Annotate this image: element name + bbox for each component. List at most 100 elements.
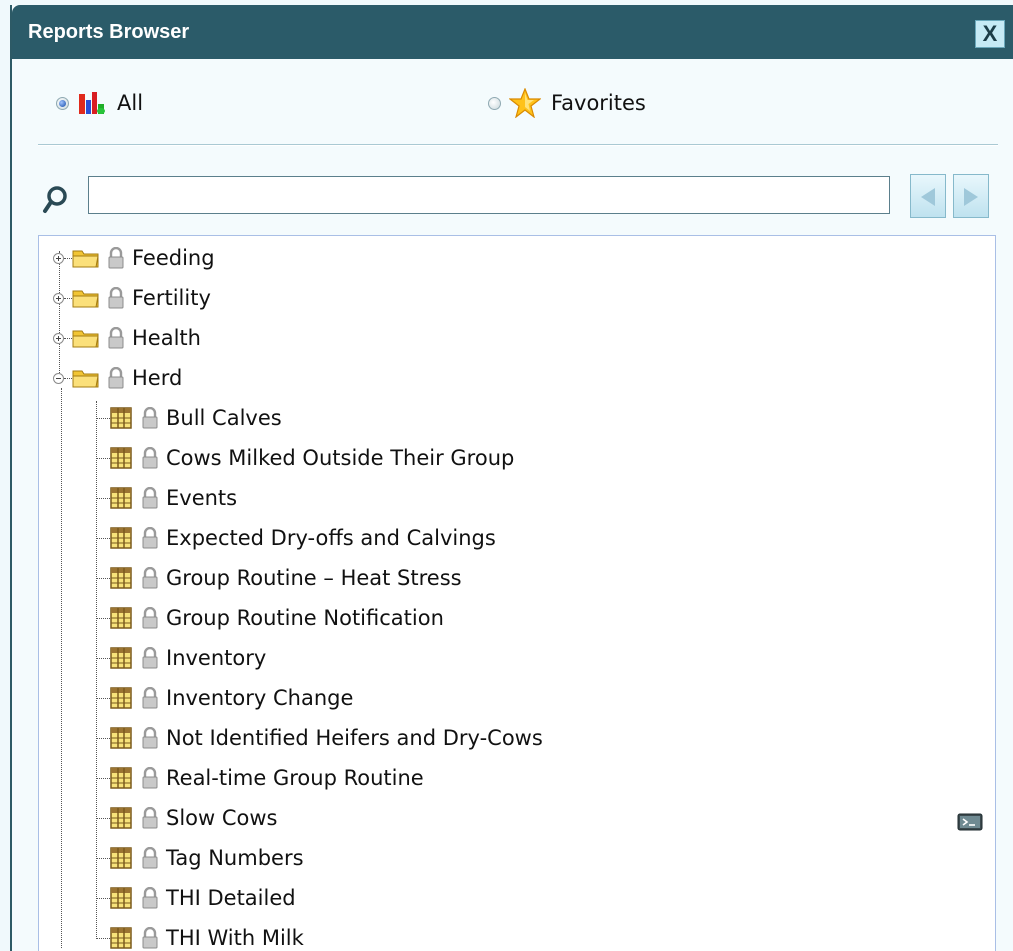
tree-report-label: Events (166, 486, 238, 510)
lock-icon (142, 847, 158, 869)
lock-icon (142, 687, 158, 709)
report-grid-icon (110, 767, 132, 789)
report-grid-icon (110, 807, 132, 829)
tree-connector (96, 457, 110, 459)
folder-open-icon (72, 370, 99, 388)
tree-report-label: Group Routine – Heat Stress (166, 566, 462, 590)
folder-icon (72, 330, 99, 348)
tree-connector (96, 577, 110, 579)
lock-icon (142, 927, 158, 949)
report-grid-icon (110, 607, 132, 629)
tree-connector (96, 697, 110, 699)
lock-icon (108, 327, 124, 349)
tree-folder-label: Feeding (132, 246, 215, 270)
tree-report-item[interactable]: Events (96, 478, 237, 518)
favorites-radio[interactable] (488, 96, 501, 110)
report-grid-icon (110, 927, 132, 949)
tree-report-item[interactable]: Group Routine Notification (96, 598, 444, 638)
filter-favorites-option[interactable]: Favorites (488, 85, 646, 121)
tree-folder-health[interactable]: Health (53, 318, 201, 358)
tree-folder-herd[interactable]: Herd (53, 358, 182, 398)
tree-report-label: Real-time Group Routine (166, 766, 424, 790)
lock-icon (142, 647, 158, 669)
reports-tree[interactable]: Feeding Fertility Health Herd Bull Calve… (38, 235, 996, 951)
tree-connector (61, 388, 62, 948)
tree-connector (96, 417, 110, 419)
tree-report-label: Inventory (166, 646, 267, 670)
tree-report-item[interactable]: Tag Numbers (96, 838, 304, 878)
tree-report-label: Not Identified Heifers and Dry-Cows (166, 726, 543, 750)
bar-chart-icon (79, 92, 105, 114)
search-input[interactable] (88, 176, 890, 214)
tree-report-item[interactable]: THI Detailed (96, 878, 296, 918)
lock-icon (142, 447, 158, 469)
tree-connector (64, 297, 72, 299)
search-icon (43, 186, 67, 213)
tree-report-label: Bull Calves (166, 406, 282, 430)
lock-icon (142, 607, 158, 629)
tree-connector (96, 817, 110, 819)
lock-icon (142, 887, 158, 909)
tree-report-item[interactable]: Inventory (96, 638, 266, 678)
tree-report-item[interactable]: Cows Milked Outside Their Group (96, 438, 514, 478)
expand-icon[interactable] (53, 332, 64, 344)
tree-report-item[interactable]: THI With Milk (96, 918, 304, 951)
title-bar: Reports Browser X (12, 5, 1013, 59)
report-grid-icon (110, 727, 132, 749)
lock-icon (142, 767, 158, 789)
tree-connector (64, 337, 72, 339)
all-radio[interactable] (56, 96, 69, 110)
tree-report-item[interactable]: Inventory Change (96, 678, 353, 718)
lock-icon (142, 567, 158, 589)
tree-report-label: THI Detailed (166, 886, 296, 910)
tree-connector (96, 857, 110, 859)
tree-report-label: Expected Dry-offs and Calvings (166, 526, 496, 550)
lock-icon (108, 367, 124, 389)
tree-folder-label: Fertility (132, 286, 211, 310)
expand-icon[interactable] (53, 252, 64, 264)
report-grid-icon (110, 447, 132, 469)
tree-report-item[interactable]: Bull Calves (96, 398, 282, 438)
tree-folder-label: Herd (132, 366, 183, 390)
divider (38, 144, 998, 146)
star-icon (509, 88, 541, 118)
console-icon[interactable] (957, 813, 983, 831)
tree-report-label: Slow Cows (166, 806, 278, 830)
tree-report-item[interactable]: Not Identified Heifers and Dry-Cows (96, 718, 543, 758)
lock-icon (142, 727, 158, 749)
tree-connector (96, 617, 110, 619)
lock-icon (108, 247, 124, 269)
lock-icon (142, 407, 158, 429)
tree-folder-fertility[interactable]: Fertility (53, 278, 211, 318)
tree-connector (96, 537, 110, 539)
report-grid-icon (110, 407, 132, 429)
report-grid-icon (110, 487, 132, 509)
tree-report-item[interactable]: Slow Cows (96, 798, 278, 838)
close-button[interactable]: X (975, 20, 1005, 48)
next-button[interactable] (953, 174, 989, 218)
lock-icon (142, 527, 158, 549)
tree-report-label: Inventory Change (166, 686, 354, 710)
tree-connector (64, 257, 72, 259)
tree-connector (96, 897, 110, 899)
tree-report-item[interactable]: Expected Dry-offs and Calvings (96, 518, 496, 558)
arrow-right-icon (964, 188, 978, 206)
lock-icon (142, 487, 158, 509)
tree-connector (96, 937, 110, 939)
report-grid-icon (110, 887, 132, 909)
previous-button[interactable] (910, 174, 946, 218)
tree-report-item[interactable]: Real-time Group Routine (96, 758, 424, 798)
folder-icon (72, 290, 99, 308)
tree-folder-feeding[interactable]: Feeding (53, 238, 215, 278)
collapse-icon[interactable] (53, 372, 64, 384)
report-grid-icon (110, 847, 132, 869)
tree-connector (96, 497, 110, 499)
expand-icon[interactable] (53, 292, 64, 304)
report-grid-icon (110, 527, 132, 549)
tree-report-item[interactable]: Group Routine – Heat Stress (96, 558, 462, 598)
window-title: Reports Browser (28, 21, 190, 43)
lock-icon (142, 807, 158, 829)
tree-report-label: Group Routine Notification (166, 606, 444, 630)
filter-all-option[interactable]: All (56, 85, 143, 121)
tree-report-label: Cows Milked Outside Their Group (166, 446, 515, 470)
